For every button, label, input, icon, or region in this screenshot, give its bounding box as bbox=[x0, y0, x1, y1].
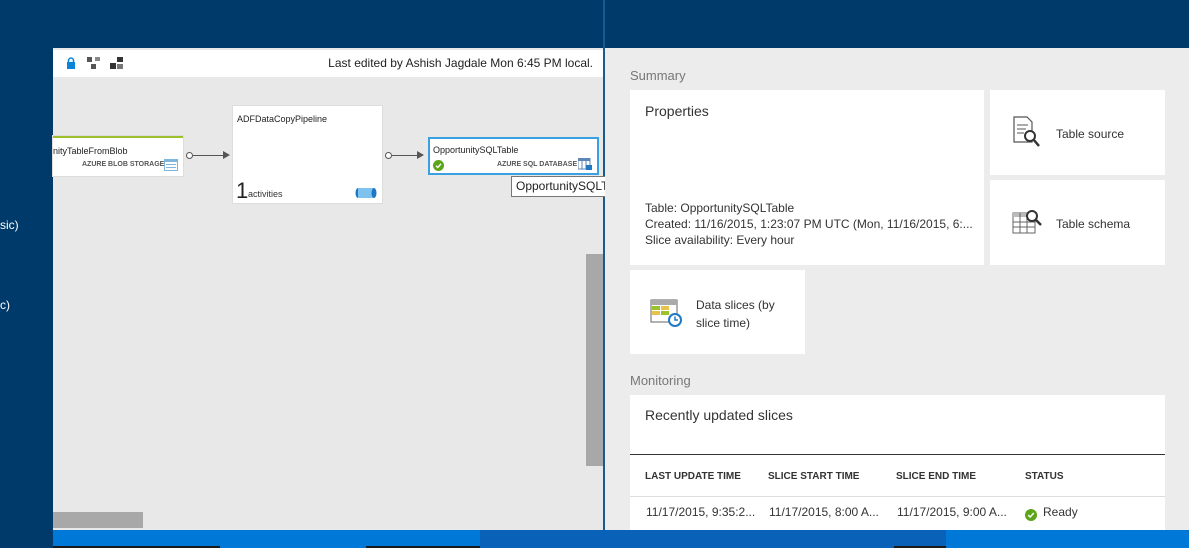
source-dataset-node[interactable]: nityTableFromBlob AZURE BLOB STORAGE bbox=[53, 136, 183, 176]
data-slices-icon bbox=[650, 299, 682, 332]
table-schema-icon bbox=[1012, 208, 1042, 241]
target-node-title: OpportunitySQLTable bbox=[433, 145, 519, 155]
connector-arrow bbox=[417, 151, 424, 159]
left-nav: sic) c) bbox=[0, 0, 53, 548]
bottom-bar bbox=[53, 530, 1189, 548]
col-status[interactable]: STATUS bbox=[1025, 471, 1064, 482]
activity-count: 1 bbox=[236, 178, 249, 203]
connector-start bbox=[385, 152, 392, 159]
pipeline-node[interactable]: ADFDataCopyPipeline 1 activities bbox=[233, 106, 382, 203]
data-slices-label: Data slices (by slice time) bbox=[696, 298, 775, 330]
table-schema-label: Table schema bbox=[1056, 217, 1131, 231]
target-dataset-node[interactable]: OpportunitySQLTable AZURE SQL DATABASE bbox=[428, 137, 599, 175]
horizontal-scrollbar[interactable] bbox=[53, 512, 143, 528]
bottom-bar-segment bbox=[480, 530, 946, 548]
nav-item-1[interactable]: sic) bbox=[0, 218, 19, 232]
diagram-toolbar: Last edited by Ashish Jagdale Mon 6:45 P… bbox=[53, 50, 603, 77]
table-source-tile[interactable]: Table source bbox=[990, 90, 1165, 175]
connector-line bbox=[392, 155, 417, 156]
ready-check-icon bbox=[433, 158, 444, 176]
table-row[interactable]: 11/17/2015, 9:35:2... 11/17/2015, 8:00 A… bbox=[630, 497, 1165, 530]
last-edited-text: Last edited by Ashish Jagdale Mon 6:45 P… bbox=[328, 56, 593, 70]
ready-status-icon bbox=[1025, 508, 1037, 526]
arrange-icon[interactable] bbox=[110, 56, 123, 69]
activity-count-label: activities bbox=[248, 189, 283, 199]
connector-arrow bbox=[223, 151, 230, 159]
sql-database-icon bbox=[577, 157, 592, 175]
table-source-icon bbox=[1012, 116, 1040, 153]
nav-item-2[interactable]: c) bbox=[0, 298, 10, 312]
cell-last-update: 11/17/2015, 9:35:2... bbox=[646, 505, 756, 519]
pipeline-icon bbox=[355, 186, 377, 204]
property-slice-availability: Slice availability: Every hour bbox=[645, 233, 795, 247]
vertical-scrollbar[interactable] bbox=[586, 254, 603, 466]
monitoring-label: Monitoring bbox=[630, 373, 691, 388]
table-schema-tile[interactable]: Table schema bbox=[990, 180, 1165, 265]
source-node-subtitle: AZURE BLOB STORAGE bbox=[82, 161, 165, 168]
summary-label: Summary bbox=[630, 68, 686, 83]
recent-slices-title: Recently updated slices bbox=[645, 407, 793, 423]
pipeline-title: ADFDataCopyPipeline bbox=[237, 114, 328, 124]
cell-slice-start: 11/17/2015, 8:00 A... bbox=[769, 505, 879, 519]
source-node-title: nityTableFromBlob bbox=[53, 146, 128, 156]
table-source-label: Table source bbox=[1056, 127, 1125, 141]
properties-tile[interactable]: Properties Table: OpportunitySQLTable Cr… bbox=[630, 90, 984, 265]
cell-status: Ready bbox=[1043, 505, 1078, 519]
connector-line bbox=[193, 155, 223, 156]
col-slice-end[interactable]: SLICE END TIME bbox=[896, 471, 976, 482]
header-band bbox=[53, 0, 1189, 48]
col-slice-start[interactable]: SLICE START TIME bbox=[768, 471, 859, 482]
col-last-update[interactable]: LAST UPDATE TIME bbox=[645, 471, 741, 482]
connector-start bbox=[186, 152, 193, 159]
data-slices-tile[interactable]: Data slices (by slice time) bbox=[630, 270, 805, 354]
properties-title: Properties bbox=[645, 103, 709, 119]
lock-icon[interactable] bbox=[65, 56, 77, 69]
property-created: Created: 11/16/2015, 1:23:07 PM UTC (Mon… bbox=[645, 217, 973, 231]
cell-slice-end: 11/17/2015, 9:00 A... bbox=[897, 505, 1007, 519]
blob-storage-icon bbox=[164, 158, 178, 176]
table-header-rule bbox=[630, 454, 1165, 455]
target-node-subtitle: AZURE SQL DATABASE bbox=[497, 161, 578, 168]
recent-slices-tile[interactable]: Recently updated slices LAST UPDATE TIME… bbox=[630, 395, 1165, 530]
dataset-blade: Summary Properties Table: OpportunitySQL… bbox=[605, 48, 1189, 530]
property-table: Table: OpportunitySQLTable bbox=[645, 201, 795, 215]
layout-icon[interactable] bbox=[87, 56, 100, 69]
